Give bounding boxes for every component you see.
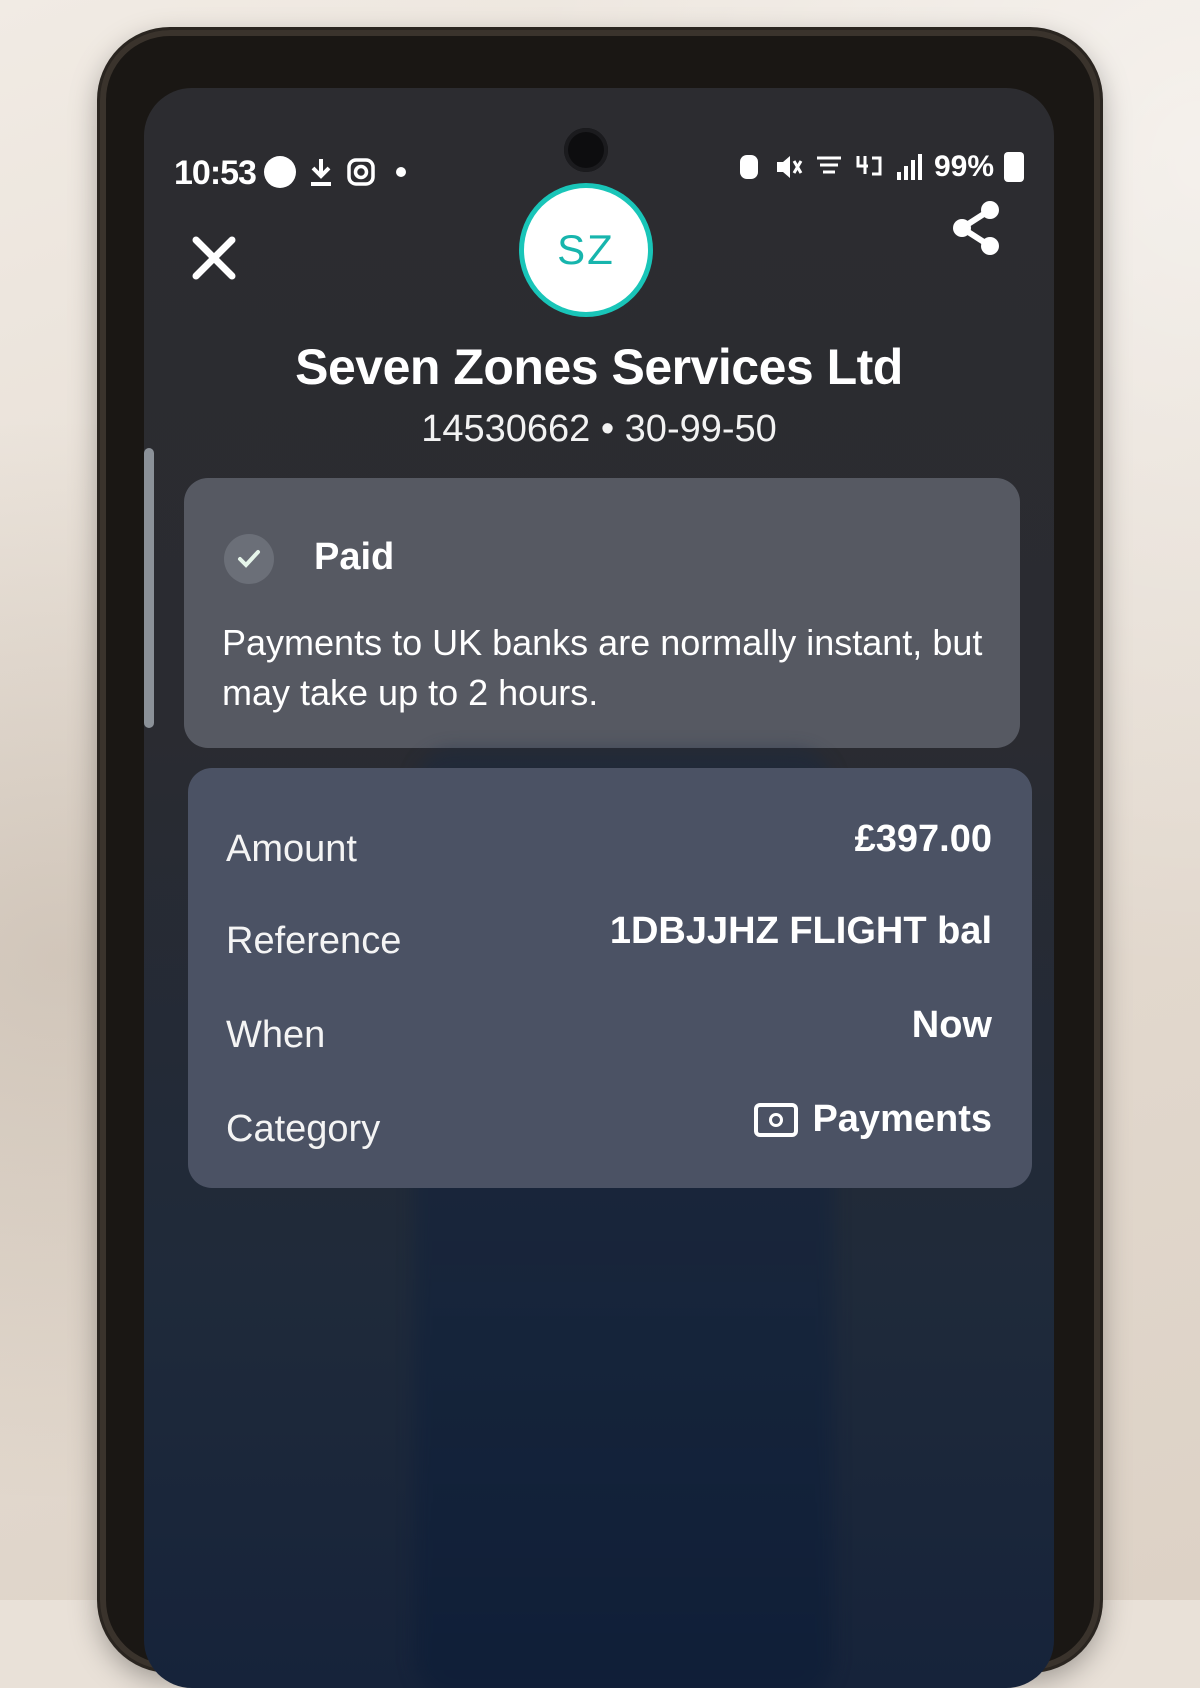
battery-icon [1004,152,1024,182]
reference-value: 1DBJJHZ FLIGHT bal [609,910,992,952]
4g-icon [854,151,884,183]
category-label: Category [226,1108,381,1150]
amount-value: £397.00 [854,818,992,860]
check-icon [238,550,260,568]
phone-device: 10:53 99% SZ Seven Zones Services Ltd 14… [100,30,1100,1688]
battery-percent: 99% [933,150,994,183]
alarm-icon [734,151,764,183]
amount-label: Amount [226,828,357,870]
payee-account: 14530662 • 30-99-50 [421,408,777,450]
detail-row-amount: Amount £397.00 [188,818,1032,888]
when-label: When [226,1014,326,1056]
notification-dot-icon [264,156,296,188]
status-time: 10:53 [174,154,257,192]
avatar-initials: SZ [557,226,615,273]
category-value: Payments [812,1098,992,1140]
signal-icon [894,151,924,183]
payee-avatar: SZ [524,188,648,312]
reference-label: Reference [226,920,402,962]
category-value-group[interactable]: Payments [754,1098,992,1141]
notification-icons [264,156,416,188]
detail-row-when: When Now [188,1004,1032,1074]
phone-screen: 10:53 99% SZ Seven Zones Services Ltd 14… [144,88,1054,1688]
when-value: Now [911,1004,992,1046]
system-icons: 99% [734,150,1024,184]
payment-status-title: Paid [314,536,395,578]
wifi-calling-icon [814,151,844,183]
payment-status-description: Payments to UK banks are normally instan… [222,622,983,713]
payments-icon [754,1102,799,1137]
detail-row-category[interactable]: Category Payments [188,1098,1032,1168]
check-badge [224,534,274,584]
mute-icon [774,151,804,183]
instagram-icon [346,156,376,188]
scroll-indicator [144,448,154,728]
share-icon [953,201,999,255]
close-button[interactable] [184,228,244,288]
share-button[interactable] [948,198,1004,258]
payment-details-card: Amount £397.00 Reference 1DBJJHZ FLIGHT … [188,768,1032,1188]
download-icon [306,156,336,188]
payee-name: Seven Zones Services Ltd [295,339,903,395]
close-icon [192,236,236,280]
detail-row-reference: Reference 1DBJJHZ FLIGHT bal [188,910,1032,980]
payment-status-card: Paid Payments to UK banks are normally i… [184,478,1020,748]
more-dot-icon [386,156,416,188]
